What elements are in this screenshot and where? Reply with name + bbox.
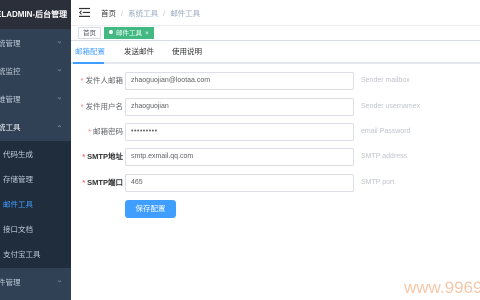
menu-system-management[interactable]: 统管理 <box>0 29 71 57</box>
sender-email-input[interactable]: zhaoguojian@lootaa.com <box>125 72 354 90</box>
chevron-down-icon <box>57 280 62 283</box>
tab-active-indicator <box>73 62 104 64</box>
submenu-label: 存储管理 <box>3 175 33 184</box>
main-content: 邮箱配置 发送邮件 使用说明 * 发件人邮箱 zhaoguojian@lootaa… <box>71 41 480 300</box>
breadcrumb-separator: / <box>121 8 124 18</box>
field-label: * SMTP地址 <box>82 152 123 161</box>
smtp-port-input[interactable]: 465 <box>125 174 354 192</box>
submenu-item-email-tool[interactable]: 邮件工具 <box>0 192 71 217</box>
navbar: 首页 / 系统工具 / 邮件工具 <box>71 0 480 26</box>
field-label: * 发件人邮箱 <box>80 76 123 85</box>
menu-label: 维管理 <box>0 94 21 104</box>
menu-label: 统工具 <box>0 122 21 132</box>
submenu-system-tools: 代码生成 存储管理 邮件工具 接口文档 支付宝工具 <box>0 141 71 268</box>
form-row-smtp-address: * SMTP地址 smtp.exmail.qq.com SMTP address <box>71 148 480 166</box>
field-hint: email Password <box>361 128 411 135</box>
field-hint: SMTP port <box>361 179 395 186</box>
tab-send-email[interactable]: 发送邮件 <box>124 41 154 62</box>
active-dot-icon <box>109 30 113 34</box>
tag-home[interactable]: 首页 <box>78 27 101 39</box>
close-icon[interactable]: × <box>145 30 149 37</box>
submenu-label: 邮件工具 <box>3 200 33 209</box>
menu-system-tools[interactable]: 统工具 <box>0 113 71 141</box>
menu-label: 统监控 <box>0 66 21 76</box>
submenu-item-api-docs[interactable]: 接口文档 <box>0 217 71 242</box>
menu-component-management[interactable]: 件管理 <box>0 268 71 296</box>
submenu-item-storage[interactable]: 存储管理 <box>0 167 71 192</box>
breadcrumb-home[interactable]: 首页 <box>101 8 116 19</box>
form-row-sender-username: * 发件用户名 zhaoguojian Sender usernamex <box>71 98 480 116</box>
menu-system-monitor[interactable]: 统监控 <box>0 57 71 85</box>
submenu-label: 代码生成 <box>3 150 33 159</box>
save-config-button[interactable]: 保存配置 <box>125 200 176 218</box>
sender-username-input[interactable]: zhaoguojian <box>125 98 354 116</box>
field-label: * 发件用户名 <box>80 102 123 111</box>
menu-label: 件管理 <box>0 277 21 287</box>
breadcrumb: 首页 / 系统工具 / 邮件工具 <box>101 0 200 26</box>
chevron-up-icon <box>57 125 62 128</box>
tab-email-config[interactable]: 邮箱配置 <box>75 41 105 62</box>
field-hint: Sender usernamex <box>361 103 421 110</box>
field-label: * SMTP端口 <box>82 178 123 187</box>
menu-label: 统管理 <box>0 38 21 48</box>
form-row-smtp-port: * SMTP端口 465 SMTP port <box>71 174 480 192</box>
tabs: 邮箱配置 发送邮件 使用说明 <box>71 41 480 64</box>
tags-view: 首页 邮件工具 × <box>71 26 480 41</box>
tag-label: 邮件工具 <box>116 30 142 37</box>
tag-email-tool[interactable]: 邮件工具 × <box>104 27 154 39</box>
tab-usage[interactable]: 使用说明 <box>172 41 202 62</box>
field-hint: SMTP address <box>361 153 408 160</box>
chevron-down-icon <box>57 41 62 44</box>
submenu-item-code-gen[interactable]: 代码生成 <box>0 142 71 167</box>
email-password-input[interactable]: ••••••••• <box>125 123 354 141</box>
submenu-label: 支付宝工具 <box>3 250 41 259</box>
field-label: * 邮箱密码 <box>88 127 123 136</box>
field-hint: Sender mailbox <box>361 77 410 84</box>
form-row-email-password: * 邮箱密码 ••••••••• email Password <box>71 123 480 141</box>
form-row-sender-email: * 发件人邮箱 zhaoguojian@lootaa.com Sender mai… <box>71 72 480 90</box>
smtp-address-input[interactable]: smtp.exmail.qq.com <box>125 148 354 166</box>
hamburger-icon[interactable] <box>79 7 90 18</box>
breadcrumb-email-tool: 邮件工具 <box>170 8 201 18</box>
menu-ops-management[interactable]: 维管理 <box>0 85 71 113</box>
submenu-label: 接口文档 <box>3 225 33 234</box>
brand-title: ELADMIN-后台管理 <box>0 0 71 29</box>
chevron-down-icon <box>57 97 62 100</box>
breadcrumb-system-tools: 系统工具 <box>128 8 159 18</box>
chevron-down-icon <box>57 69 62 72</box>
sidebar: ELADMIN-后台管理 统管理 统监控 维管理 统工具 代码生成 存储管理 邮… <box>0 0 71 300</box>
watermark: www.9969 <box>404 278 480 297</box>
breadcrumb-separator: / <box>163 8 166 18</box>
submenu-item-alipay[interactable]: 支付宝工具 <box>0 242 71 267</box>
